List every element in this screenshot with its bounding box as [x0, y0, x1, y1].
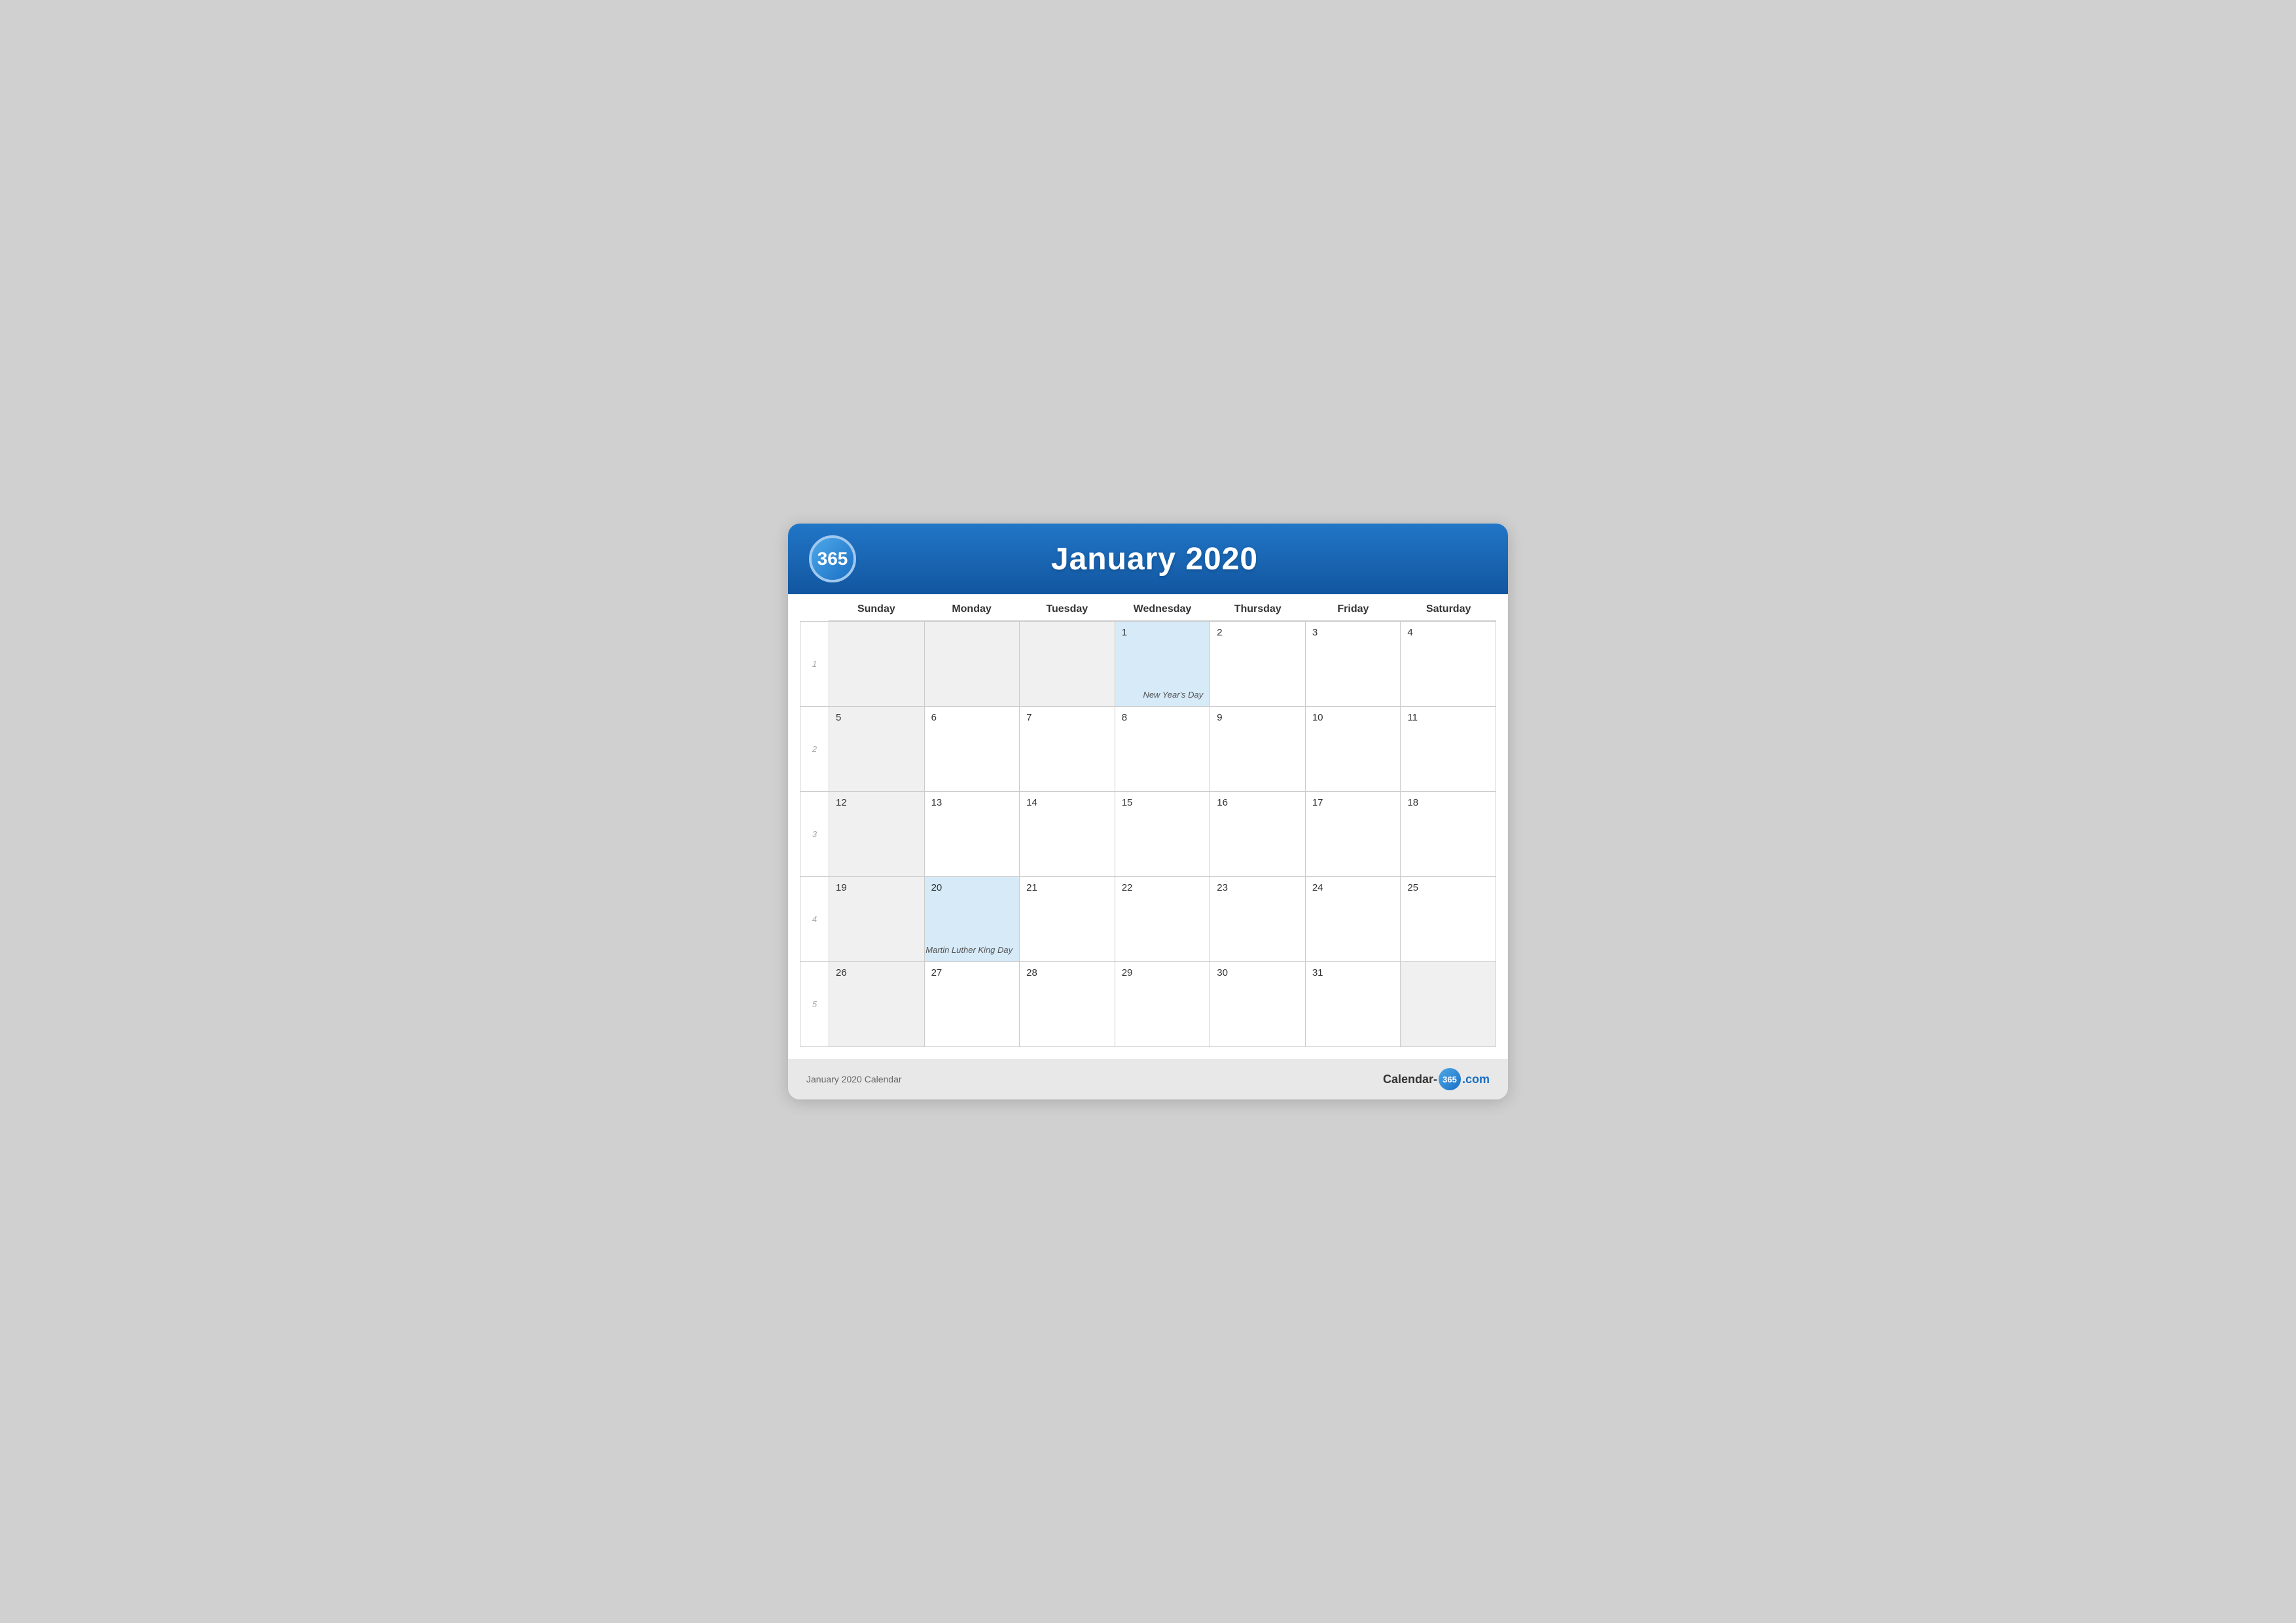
calendar-cell[interactable]: 1 New Year's Day: [1115, 622, 1211, 707]
date-number: 26: [836, 967, 918, 978]
calendar-cell[interactable]: 29: [1115, 962, 1211, 1047]
date-number: 13: [931, 797, 1013, 808]
calendar-cell[interactable]: 18: [1401, 792, 1496, 877]
date-number: 31: [1312, 967, 1394, 978]
day-header-friday: Friday: [1306, 594, 1401, 620]
calendar-body: Sunday Monday Tuesday Wednesday Thursday…: [788, 594, 1508, 1059]
date-number: 18: [1407, 797, 1489, 808]
date-number: 22: [1122, 882, 1204, 893]
date-number: 27: [931, 967, 1013, 978]
calendar-cell[interactable]: [829, 622, 925, 707]
calendar-cell[interactable]: 19: [829, 877, 925, 962]
day-header-saturday: Saturday: [1401, 594, 1496, 620]
calendar-cell[interactable]: 13: [925, 792, 1020, 877]
week-number-3: 3: [800, 792, 829, 877]
calendar-cell[interactable]: 21: [1020, 877, 1115, 962]
calendar-cell[interactable]: 26: [829, 962, 925, 1047]
footer-label: January 2020 Calendar: [806, 1074, 902, 1084]
calendar-cell[interactable]: 27: [925, 962, 1020, 1047]
calendar-cell[interactable]: 24: [1306, 877, 1401, 962]
footer-logo-circle: 365: [1439, 1068, 1461, 1090]
day-header-sunday: Sunday: [829, 594, 924, 620]
date-number: 1: [1122, 627, 1204, 638]
calendar-cell[interactable]: 16: [1210, 792, 1306, 877]
calendar-cell[interactable]: 22: [1115, 877, 1211, 962]
calendar-cell[interactable]: 31: [1306, 962, 1401, 1047]
calendar-header: 365 January 2020: [788, 524, 1508, 594]
footer-brand: Calendar- 365 .com: [1383, 1068, 1490, 1090]
days-header: Sunday Monday Tuesday Wednesday Thursday…: [829, 594, 1496, 621]
day-header-monday: Monday: [924, 594, 1020, 620]
calendar-cell[interactable]: 4: [1401, 622, 1496, 707]
calendar-cell[interactable]: 10: [1306, 707, 1401, 792]
calendar-title: January 2020: [869, 541, 1487, 577]
date-number: 10: [1312, 712, 1394, 723]
calendar-cell[interactable]: 12: [829, 792, 925, 877]
date-number: 16: [1217, 797, 1299, 808]
date-number: 14: [1026, 797, 1108, 808]
calendar-footer: January 2020 Calendar Calendar- 365 .com: [788, 1059, 1508, 1099]
calendar-cell[interactable]: 6: [925, 707, 1020, 792]
date-number: 4: [1407, 627, 1489, 638]
date-number: 23: [1217, 882, 1299, 893]
calendar-cell[interactable]: 30: [1210, 962, 1306, 1047]
calendar-cell[interactable]: 15: [1115, 792, 1211, 877]
calendar-cell[interactable]: 2: [1210, 622, 1306, 707]
date-number: 25: [1407, 882, 1489, 893]
date-number: 8: [1122, 712, 1204, 723]
holiday-label: Martin Luther King Day: [925, 945, 1013, 955]
calendar-cell[interactable]: 14: [1020, 792, 1115, 877]
calendar-cell[interactable]: 5: [829, 707, 925, 792]
date-number: 3: [1312, 627, 1394, 638]
week-number-1: 1: [800, 622, 829, 707]
footer-logo-num: 365: [1443, 1075, 1457, 1084]
day-header-thursday: Thursday: [1210, 594, 1306, 620]
calendar-cell[interactable]: 23: [1210, 877, 1306, 962]
day-header-tuesday: Tuesday: [1019, 594, 1115, 620]
calendar-cell[interactable]: 20 Martin Luther King Day: [925, 877, 1020, 962]
calendar-cell[interactable]: [1020, 622, 1115, 707]
date-number: 19: [836, 882, 918, 893]
date-number: 15: [1122, 797, 1204, 808]
logo-text: 365: [817, 548, 848, 569]
date-number: 9: [1217, 712, 1299, 723]
footer-com-text: .com: [1462, 1073, 1490, 1086]
date-number: 11: [1407, 712, 1489, 723]
calendar-cell[interactable]: 8: [1115, 707, 1211, 792]
date-number: 20: [931, 882, 1013, 893]
calendar-container: 365 January 2020 Sunday Monday Tuesday W…: [788, 524, 1508, 1099]
calendar-cell[interactable]: 28: [1020, 962, 1115, 1047]
week-number-4: 4: [800, 877, 829, 962]
date-number: 29: [1122, 967, 1204, 978]
footer-calendar-text: Calendar-: [1383, 1073, 1437, 1086]
calendar-cell[interactable]: 3: [1306, 622, 1401, 707]
calendar-cell[interactable]: [925, 622, 1020, 707]
date-number: 24: [1312, 882, 1394, 893]
calendar-cell[interactable]: 11: [1401, 707, 1496, 792]
week-number-2: 2: [800, 707, 829, 792]
date-number: 12: [836, 797, 918, 808]
date-number: 7: [1026, 712, 1108, 723]
logo-badge: 365: [809, 535, 856, 582]
calendar-cell[interactable]: 17: [1306, 792, 1401, 877]
calendar-cell[interactable]: [1401, 962, 1496, 1047]
date-number: 6: [931, 712, 1013, 723]
day-header-wednesday: Wednesday: [1115, 594, 1210, 620]
date-number: 5: [836, 712, 918, 723]
calendar-cell[interactable]: 9: [1210, 707, 1306, 792]
calendar-cell[interactable]: 7: [1020, 707, 1115, 792]
date-number: 30: [1217, 967, 1299, 978]
date-number: 28: [1026, 967, 1108, 978]
calendar-grid: 11New Year's Day234256789101131213141516…: [800, 621, 1496, 1047]
date-number: 21: [1026, 882, 1108, 893]
date-number: 17: [1312, 797, 1394, 808]
calendar-cell[interactable]: 25: [1401, 877, 1496, 962]
holiday-label: New Year's Day: [1143, 690, 1203, 700]
week-number-5: 5: [800, 962, 829, 1047]
date-number: 2: [1217, 627, 1299, 638]
